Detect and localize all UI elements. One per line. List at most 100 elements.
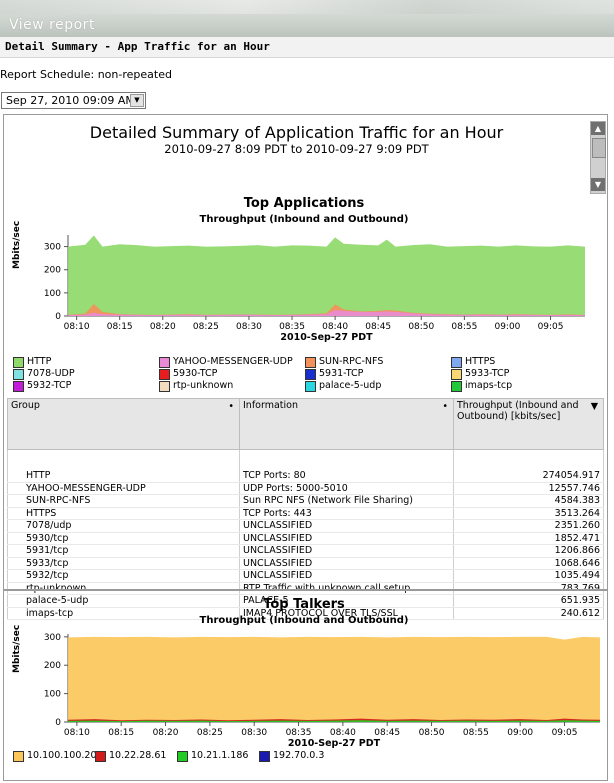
talkers-chart: 0 100 200 300 08:10 08:15 08:20 08:25 08:30 08:35… [44, 633, 600, 749]
apps-chart-legend: HTTP YAHOO-MESSENGER-UDP SUN-RPC-NFS HTTPS 7… [13, 356, 603, 396]
x-tick-label: 08:15 [107, 322, 133, 332]
chevron-down-icon[interactable]: ▼ [130, 94, 144, 107]
cell-information: TCP Ports: 443 [239, 507, 454, 520]
legend-label: 5931-TCP [319, 368, 364, 379]
x-tick-label: 08:15 [108, 728, 134, 738]
x-tick-label: 08:10 [64, 728, 90, 738]
col-header-information[interactable]: Information • [239, 398, 454, 450]
legend-label: palace-5-udp [319, 380, 382, 391]
legend-swatch [159, 369, 170, 380]
cell-throughput: 1035.494 [453, 569, 604, 583]
cell-information: TCP Ports: 80 [239, 470, 454, 483]
table-row[interactable]: 5933/tcp UNCLASSIFIED 1068.646 [7, 557, 604, 570]
col-header-group[interactable]: Group • [7, 398, 240, 450]
cell-group: 5932/tcp [7, 569, 240, 583]
col-header-throughput[interactable]: Throughput (Inbound and Outbound) [kbits… [453, 398, 604, 450]
cell-information: UNCLASSIFIED [239, 557, 454, 570]
scroll-up-icon[interactable]: ▲ [591, 122, 605, 135]
cell-group: 5933/tcp [7, 557, 240, 570]
apps-chart: 0 100 200 300 08:10 08:15 08:20 08:25 08:30 08:35… [44, 235, 585, 343]
cell-group: 7078/udp [7, 519, 240, 533]
legend-swatch [451, 381, 462, 392]
legend-label: HTTP [27, 356, 52, 367]
x-tick-label: 08:20 [150, 322, 176, 332]
x-tick-label: 08:35 [286, 728, 312, 738]
date-select-value: Sep 27, 2010 09:09 AM [6, 94, 135, 107]
scroll-down-icon[interactable]: ▼ [591, 178, 605, 191]
table-row[interactable]: SUN-RPC-NFS Sun RPC NFS (Network File Sha… [7, 494, 604, 508]
cell-group: HTTPS [7, 507, 240, 520]
x-tick-label: 08:45 [365, 322, 391, 332]
legend-swatch [13, 357, 24, 368]
table-row[interactable]: 7078/udp UNCLASSIFIED 2351.260 [7, 519, 604, 533]
window-title: View report [9, 17, 95, 33]
legend-swatch [451, 357, 462, 368]
section-divider [4, 589, 607, 591]
cell-group: HTTP [7, 470, 240, 483]
x-tick-label: 08:50 [408, 322, 434, 332]
table-row[interactable]: HTTPS TCP Ports: 443 3513.264 [7, 507, 604, 520]
subtitle-text: Detail Summary - App Traffic for an Hour [5, 40, 270, 53]
talkers-chart-title: Top Talkers [263, 597, 345, 612]
x-tick-label: 09:05 [538, 322, 564, 332]
legend-swatch [13, 381, 24, 392]
table-row[interactable]: 5931/tcp UNCLASSIFIED 1206.866 [7, 544, 604, 558]
y-tick-label: 300 [44, 243, 61, 253]
subtitle-bar: Detail Summary - App Traffic for an Hour [0, 37, 614, 58]
legend-label: rtp-unknown [173, 380, 234, 391]
legend-swatch [305, 381, 316, 392]
table-spacer-row [7, 449, 604, 470]
legend-swatch [159, 357, 170, 368]
table-row[interactable]: 5932/tcp UNCLASSIFIED 1035.494 [7, 569, 604, 583]
titlebar-decoration [0, 0, 614, 14]
legend-label: YAHOO-MESSENGER-UDP [173, 356, 293, 367]
x-tick-label: 08:50 [419, 728, 445, 738]
cell-group: SUN-RPC-NFS [7, 494, 240, 508]
cell-throughput: 1068.646 [453, 557, 604, 570]
x-tick-label: 08:25 [193, 322, 219, 332]
table-row[interactable]: 5930/tcp UNCLASSIFIED 1852.471 [7, 532, 604, 545]
table-row[interactable]: YAHOO-MESSENGER-UDP UDP Ports: 5000-5010 1… [7, 482, 604, 495]
apps-chart-subtitle: Throughput (Inbound and Outbound) [199, 214, 409, 225]
date-select[interactable]: Sep 27, 2010 09:09 AM ▼ [1, 92, 146, 109]
x-axis-label: 2010-Sep-27 PDT [288, 738, 381, 749]
x-tick-label: 08:45 [374, 728, 400, 738]
sort-dot-icon: • [442, 401, 448, 412]
table-row[interactable]: HTTP TCP Ports: 80 274054.917 [7, 470, 604, 483]
y-tick-label: 100 [44, 690, 61, 700]
legend-label: HTTPS [465, 356, 496, 367]
legend-label: 5932-TCP [27, 380, 72, 391]
legend-label: SUN-RPC-NFS [319, 356, 384, 367]
cell-information: Sun RPC NFS (Network File Sharing) [239, 494, 454, 508]
x-axis-label: 2010-Sep-27 PDT [280, 332, 373, 343]
apps-chart-title: Top Applications [243, 196, 365, 211]
report-schedule: Report Schedule: non-repeated [0, 68, 172, 81]
report-range: 2010-09-27 8:09 PDT to 2010-09-27 9:09 P… [164, 142, 429, 156]
legend-swatch [159, 381, 170, 392]
x-tick-label: 08:30 [236, 322, 262, 332]
y-tick-label: 0 [55, 312, 61, 322]
legend-label: 10.100.100.20 [27, 750, 97, 761]
legend-label: 192.70.0.3 [273, 750, 325, 761]
sort-desc-icon: ▼ [590, 401, 598, 412]
x-tick-label: 08:10 [64, 322, 90, 332]
sort-dot-icon: • [228, 401, 234, 412]
x-tick-label: 09:05 [552, 728, 578, 738]
cell-information: UNCLASSIFIED [239, 569, 454, 583]
scroll-thumb[interactable] [592, 138, 606, 158]
cell-throughput: 1206.866 [453, 544, 604, 558]
cell-group: 5931/tcp [7, 544, 240, 558]
cell-throughput: 1852.471 [453, 532, 604, 545]
x-tick-label: 08:35 [279, 322, 305, 332]
window-titlebar: View report [0, 0, 614, 37]
legend-swatch [305, 357, 316, 368]
scrollbar[interactable]: ▲ ▼ [590, 121, 606, 194]
legend-swatch [305, 369, 316, 380]
apps-table: Group • Information • Throughput (Inbound … [7, 398, 604, 620]
cell-information: UDP Ports: 5000-5010 [239, 482, 454, 495]
y-tick-label: 200 [44, 266, 61, 276]
cell-throughput: 274054.917 [453, 470, 604, 483]
report-panel[interactable]: ▲ ▼ Detailed Summary of Application Traf… [3, 114, 608, 781]
x-tick-label: 08:25 [197, 728, 223, 738]
legend-label: 5933-TCP [465, 368, 510, 379]
